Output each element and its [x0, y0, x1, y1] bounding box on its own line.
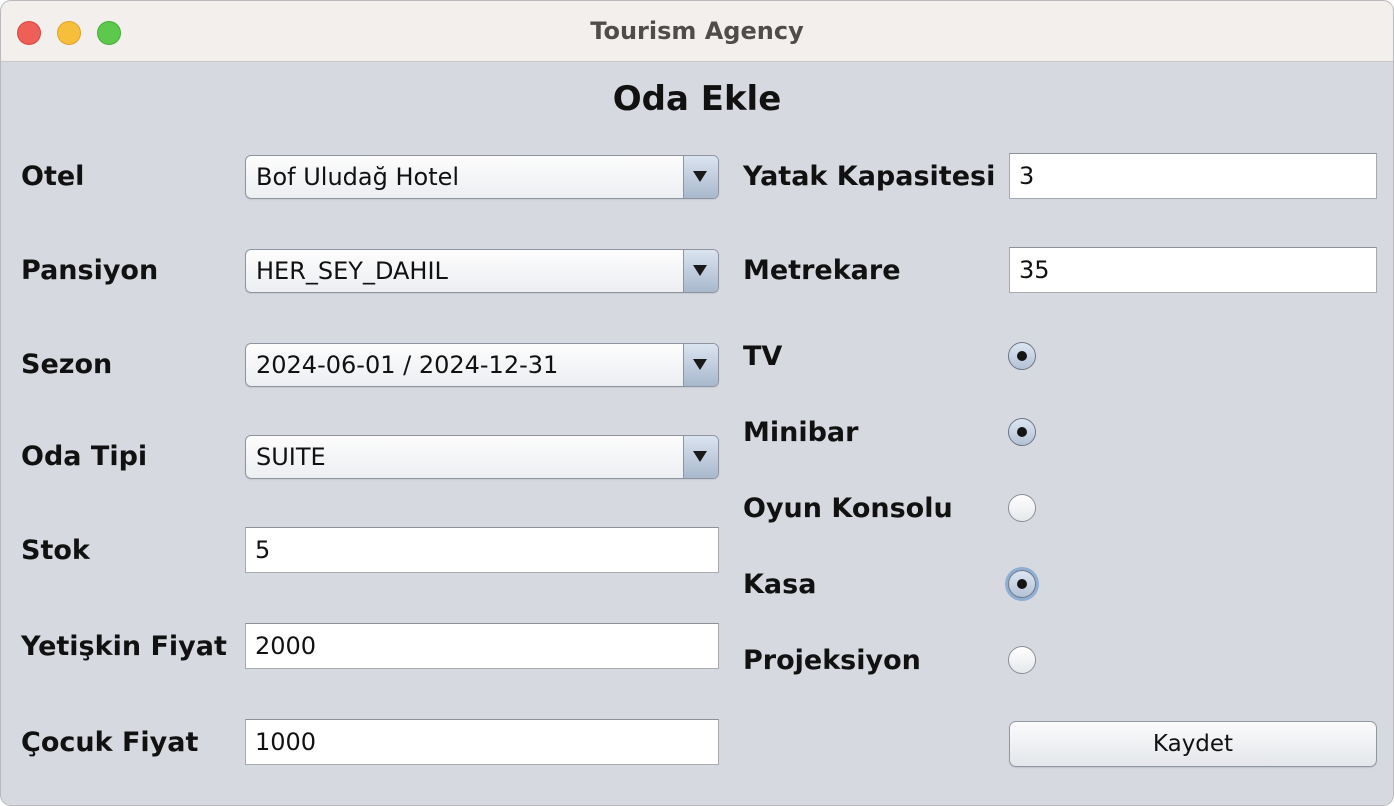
oda-tipi-selected-value: SUITE — [256, 443, 326, 471]
sezon-label: Sezon — [21, 349, 113, 380]
stok-field[interactable] — [245, 527, 719, 573]
app-window: Tourism Agency Oda Ekle Otel Pansiyon Se… — [0, 0, 1394, 806]
metrekare-label: Metrekare — [743, 255, 901, 286]
oyun-konsolu-label: Oyun Konsolu — [743, 493, 953, 524]
cocuk-fiyat-field[interactable] — [245, 719, 719, 765]
stok-label: Stok — [21, 535, 90, 566]
pansiyon-label: Pansiyon — [21, 255, 159, 286]
chevron-down-icon[interactable] — [683, 156, 718, 198]
otel-selected-value: Bof Uludağ Hotel — [256, 163, 460, 191]
minibar-radio[interactable] — [1008, 418, 1036, 446]
chevron-down-icon[interactable] — [683, 436, 718, 478]
oyun-konsolu-radio[interactable] — [1008, 494, 1036, 522]
chevron-down-icon[interactable] — [683, 344, 718, 386]
yetiskin-fiyat-label: Yetişkin Fiyat — [21, 631, 227, 662]
oda-tipi-label: Oda Tipi — [21, 441, 148, 472]
page-title: Oda Ekle — [612, 79, 782, 119]
radio-dot — [1017, 427, 1027, 437]
yatak-kapasitesi-field[interactable] — [1009, 153, 1377, 199]
tv-radio[interactable] — [1008, 342, 1036, 370]
tv-label: TV — [743, 341, 783, 372]
radio-dot — [1017, 351, 1027, 361]
oda-tipi-select[interactable]: SUITE — [245, 435, 719, 479]
sezon-selected-value: 2024-06-01 / 2024-12-31 — [256, 351, 559, 379]
save-button[interactable]: Kaydet — [1009, 721, 1377, 767]
yatak-kapasitesi-label: Yatak Kapasitesi — [743, 161, 996, 192]
projeksiyon-radio[interactable] — [1008, 646, 1036, 674]
cocuk-fiyat-label: Çocuk Fiyat — [21, 727, 199, 758]
metrekare-field[interactable] — [1009, 247, 1377, 293]
pansiyon-selected-value: HER_SEY_DAHIL — [256, 257, 448, 285]
otel-label: Otel — [21, 161, 85, 192]
chevron-down-icon[interactable] — [683, 250, 718, 292]
pansiyon-select[interactable]: HER_SEY_DAHIL — [245, 249, 719, 293]
yetiskin-fiyat-field[interactable] — [245, 623, 719, 669]
sezon-select[interactable]: 2024-06-01 / 2024-12-31 — [245, 343, 719, 387]
radio-dot — [1017, 579, 1027, 589]
kasa-label: Kasa — [743, 569, 817, 600]
minibar-label: Minibar — [743, 417, 859, 448]
otel-select[interactable]: Bof Uludağ Hotel — [245, 155, 719, 199]
window-title: Tourism Agency — [590, 17, 804, 45]
title-bar[interactable]: Tourism Agency — [1, 1, 1393, 62]
projeksiyon-label: Projeksiyon — [743, 645, 921, 676]
kasa-radio[interactable] — [1008, 570, 1036, 598]
